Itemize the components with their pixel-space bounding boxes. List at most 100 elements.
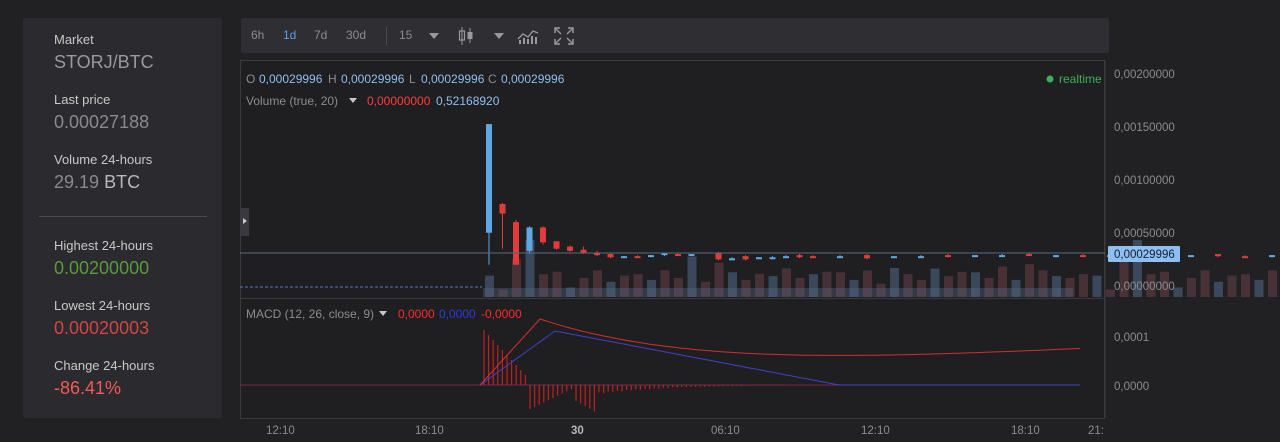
- volume-bar: [1254, 279, 1264, 297]
- highest-value: 0.00200000: [54, 258, 150, 278]
- candle-body: [1188, 255, 1194, 258]
- volume-unit: BTC: [104, 172, 141, 192]
- market-pair: STORJ/BTC: [54, 52, 154, 72]
- last-price-label: Last price: [54, 92, 111, 107]
- realtime-dot-icon: [1046, 75, 1054, 83]
- legend-l-label: L: [409, 72, 416, 86]
- macd-value-1: 0,0000: [398, 307, 435, 321]
- macd-axis-tick: 0,0001: [1114, 332, 1149, 344]
- price-axis-tick: 0,00000000: [1114, 281, 1175, 293]
- volume-value-row: 29.19 BTC: [54, 170, 152, 194]
- fullscreen-icon[interactable]: [554, 27, 574, 45]
- candle-body: [1053, 255, 1059, 258]
- interval-chevron-down-icon[interactable]: [428, 32, 440, 40]
- macd-indicator-label[interactable]: MACD (12, 26, close, 9): [246, 307, 374, 321]
- macd-axis-tick: 0,0000: [1114, 381, 1149, 393]
- time-axis-tick: 18:10: [1011, 425, 1040, 437]
- candle-body: [634, 256, 641, 259]
- time-axis-tick: 06:10: [711, 425, 740, 437]
- volume-bar: [1092, 275, 1102, 297]
- price-axis-tick: 0,00100000: [1114, 175, 1175, 187]
- highest-label: Highest 24-hours: [54, 238, 153, 253]
- candle-body: [918, 256, 924, 259]
- chart-area[interactable]: O 0,00029996 H 0,00029996 L 0,00029996 C…: [240, 60, 1280, 437]
- price-axis-tick: 0,00200000: [1114, 69, 1175, 81]
- divider: [39, 216, 207, 217]
- time-axis-tick: 21:: [1088, 425, 1104, 437]
- volume-bar: [1241, 274, 1250, 297]
- market-stat: Market STORJ/BTC: [54, 32, 154, 74]
- candle-body: [945, 255, 951, 258]
- candle-body: [729, 258, 735, 261]
- time-axis-tick: 30: [571, 425, 584, 437]
- candle-body: [864, 255, 870, 259]
- last-price-value: 0.00027188: [54, 112, 150, 132]
- highest-stat: Highest 24-hours 0.00200000: [54, 238, 153, 280]
- candle-body: [648, 255, 654, 258]
- chart-toolbar: 6h 1d 7d 30d 15: [241, 18, 1109, 53]
- chart-type-chevron-down-icon[interactable]: [493, 32, 505, 40]
- candle-body: [756, 257, 762, 260]
- candle-body: [742, 256, 749, 260]
- range-6h-button[interactable]: 6h: [251, 18, 264, 53]
- range-1d-button[interactable]: 1d: [283, 18, 296, 53]
- volume-bar: [1173, 287, 1183, 297]
- candle-body: [688, 254, 695, 257]
- change-label: Change 24-hours: [54, 358, 155, 373]
- legend-h-value: 0,00029996: [341, 72, 405, 86]
- candle-body: [1242, 256, 1248, 259]
- candlestick-icon[interactable]: [458, 26, 474, 46]
- candle-body: [837, 256, 843, 259]
- legend-o-label: O: [246, 72, 255, 86]
- candle-body: [526, 227, 533, 251]
- legend-l-value: 0,00029996: [421, 72, 485, 86]
- candle-body: [1026, 254, 1032, 257]
- toolbar-divider: [386, 27, 387, 45]
- candle-body: [1269, 255, 1275, 258]
- legend-h-label: H: [328, 72, 337, 86]
- candle-body: [796, 255, 803, 258]
- candle-body: [675, 254, 681, 257]
- market-label: Market: [54, 32, 94, 47]
- candle-body: [769, 257, 776, 260]
- candle-body: [810, 256, 816, 259]
- legend-o-value: 0,00029996: [259, 72, 323, 86]
- interval-value: 15: [399, 28, 413, 42]
- range-7d-button[interactable]: 7d: [314, 18, 327, 53]
- interval-select[interactable]: 15: [399, 18, 412, 53]
- candle-body: [553, 241, 560, 249]
- candle-body: [1080, 255, 1086, 258]
- candle-body: [972, 255, 978, 258]
- volume-area: [483, 288, 1073, 297]
- market-summary-panel: Market STORJ/BTC Last price 0.00027188 V…: [23, 18, 222, 418]
- volume-value-2: 0,52168920: [436, 94, 500, 108]
- candle-body: [567, 246, 573, 251]
- last-price-stat: Last price 0.00027188: [54, 92, 149, 134]
- time-axis-tick: 18:10: [415, 425, 444, 437]
- price-axis-tick: 0,00150000: [1114, 122, 1175, 134]
- realtime-label: realtime: [1059, 72, 1102, 86]
- current-price-value: 0,00029996: [1114, 249, 1175, 261]
- lowest-label: Lowest 24-hours: [54, 298, 151, 313]
- volume-bar: [1227, 275, 1237, 297]
- volume-bar: [1187, 278, 1196, 297]
- price-chart[interactable]: O 0,00029996 H 0,00029996 L 0,00029996 C…: [240, 60, 1280, 437]
- volume-value: 29.19: [54, 172, 100, 192]
- candle-body: [783, 256, 789, 259]
- indicators-icon[interactable]: [517, 27, 539, 45]
- candle-body: [715, 252, 722, 260]
- candle-body: [513, 222, 519, 265]
- macd-value-2: 0,0000: [439, 307, 476, 321]
- volume-bar: [1268, 270, 1277, 297]
- volume-indicator-label[interactable]: Volume (true, 20): [246, 94, 338, 108]
- volume-label: Volume 24-hours: [54, 152, 153, 167]
- candle-body: [999, 255, 1005, 258]
- volume-bar: [1200, 270, 1210, 297]
- macd-value-3: -0,0000: [481, 307, 522, 321]
- time-axis-tick: 12:10: [266, 425, 295, 437]
- legend-c-label: C: [488, 72, 497, 86]
- candle-body: [499, 203, 506, 214]
- range-30d-button[interactable]: 30d: [346, 18, 366, 53]
- candle-body: [607, 254, 614, 258]
- volume-value-1: 0,00000000: [367, 94, 431, 108]
